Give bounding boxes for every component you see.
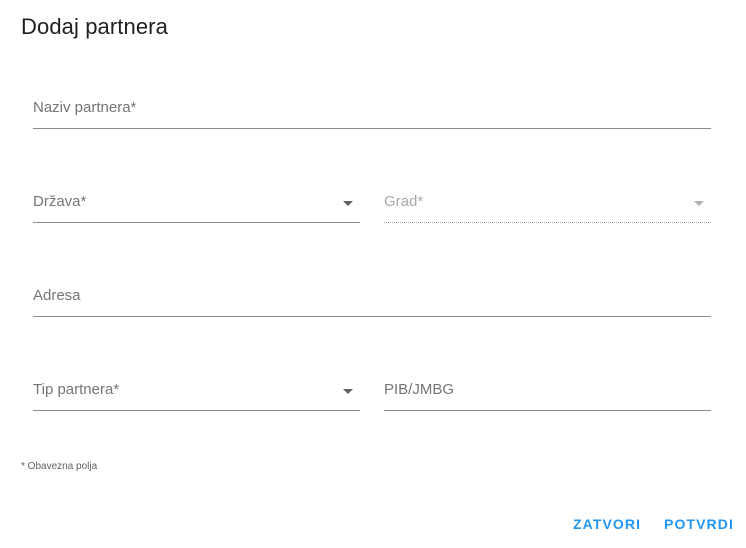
dialog-title: Dodaj partnera — [21, 14, 168, 39]
add-partner-dialog: Dodaj partnera Naziv partnera* Država* G… — [0, 0, 746, 548]
chevron-down-icon — [694, 201, 704, 206]
partner-type-select[interactable]: Tip partnera* — [33, 375, 360, 411]
chevron-down-icon[interactable] — [343, 201, 353, 206]
partner-type-label: Tip partnera* — [33, 381, 120, 398]
country-label: Država* — [33, 193, 87, 210]
close-button[interactable]: ZATVORI — [573, 512, 641, 536]
address-input[interactable] — [33, 281, 711, 316]
address-field[interactable]: Adresa — [33, 281, 711, 317]
pib-jmbg-input[interactable] — [384, 375, 711, 410]
chevron-down-icon[interactable] — [343, 389, 353, 394]
city-select: Grad* — [384, 187, 711, 223]
city-label: Grad* — [384, 193, 424, 210]
required-fields-note: * Obavezna polja — [21, 461, 98, 472]
pib-jmbg-field[interactable]: PIB/JMBG — [384, 375, 711, 411]
confirm-button[interactable]: POTVRDI — [664, 512, 734, 536]
country-select[interactable]: Država* — [33, 187, 360, 223]
partner-name-field[interactable]: Naziv partnera* — [33, 93, 711, 129]
partner-name-input[interactable] — [33, 93, 711, 128]
